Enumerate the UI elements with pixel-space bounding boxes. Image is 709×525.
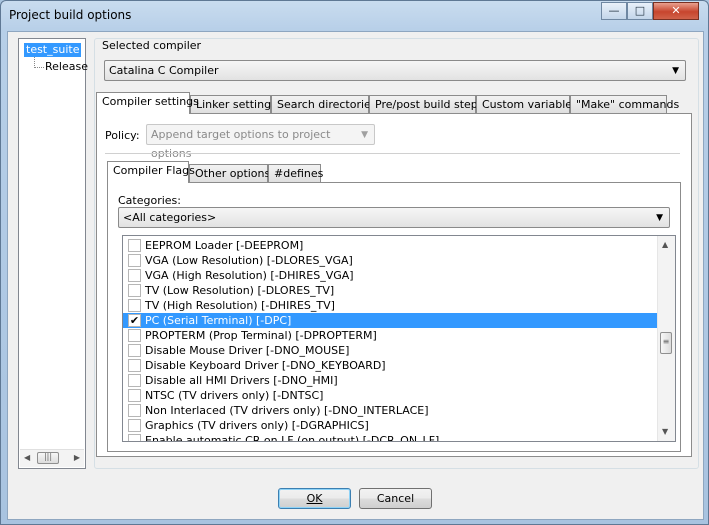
minimize-icon: — xyxy=(608,4,620,17)
tree-connector xyxy=(34,67,44,68)
tab-other-options[interactable]: Other options xyxy=(189,164,271,183)
policy-label: Policy: xyxy=(105,129,140,142)
tab-compiler-flags[interactable]: Compiler Flags xyxy=(107,161,195,183)
flag-checkbox[interactable] xyxy=(128,254,141,267)
window-title: Project build options xyxy=(9,8,132,22)
scroll-left-icon[interactable]: ◀ xyxy=(24,453,30,462)
ok-button[interactable]: OK xyxy=(278,488,351,509)
tab-label: Linker settings xyxy=(196,98,277,111)
flag-label: EEPROM Loader [-DEEPROM] xyxy=(145,239,304,252)
compiler-flags-list[interactable]: Enable automatic CR on LF (on output) [-… xyxy=(122,235,676,442)
chevron-down-icon: ▼ xyxy=(656,213,663,223)
flag-label: Non Interlaced (TV drivers only) [-DNO_I… xyxy=(145,404,429,417)
separator xyxy=(105,153,680,154)
chevron-down-icon: ▼ xyxy=(361,130,368,140)
close-icon: ✕ xyxy=(671,4,681,17)
flag-label: Disable Mouse Driver [-DNO_MOUSE] xyxy=(145,344,350,357)
tab-label: Compiler Flags xyxy=(113,164,195,177)
flag-checkbox[interactable] xyxy=(128,284,141,297)
flag-label: VGA (Low Resolution) [-DLORES_VGA] xyxy=(145,254,353,267)
list-item[interactable]: VGA (High Resolution) [-DHIRES_VGA] xyxy=(123,268,658,283)
tab-search-directories[interactable]: Search directories xyxy=(271,95,377,114)
tab-label: Pre/post build steps xyxy=(375,98,484,111)
flag-label: Enable automatic CR on LF (on output) [-… xyxy=(145,434,440,442)
tab-compiler-settings[interactable]: Compiler settings xyxy=(96,92,199,114)
flag-label: PROPTERM (Prop Terminal) [-DPROPTERM] xyxy=(145,329,377,342)
dialog-window: Project build options — □ ✕ test_suite R… xyxy=(0,0,709,525)
tree-item-release[interactable]: Release xyxy=(45,60,88,74)
flag-label: Disable all HMI Drivers [-DNO_HMI] xyxy=(145,374,338,387)
scroll-thumb[interactable]: ≡ xyxy=(660,332,672,354)
cancel-button[interactable]: Cancel xyxy=(359,488,432,509)
tab-label: Other options xyxy=(195,167,271,180)
list-item[interactable]: Disable Keyboard Driver [-DNO_KEYBOARD] xyxy=(123,358,658,373)
tab-label: Search directories xyxy=(277,98,377,111)
tab-make-commands[interactable]: "Make" commands xyxy=(570,95,679,114)
selected-compiler-label: Selected compiler xyxy=(102,39,202,52)
list-item[interactable]: VGA (Low Resolution) [-DLORES_VGA] xyxy=(123,253,658,268)
chevron-down-icon: ▼ xyxy=(672,66,679,76)
maximize-button[interactable]: □ xyxy=(627,2,653,20)
tree-horizontal-scrollbar[interactable]: ◀ ||| ▶ xyxy=(20,449,84,467)
close-button[interactable]: ✕ xyxy=(653,2,699,20)
policy-select: Append target options to project options… xyxy=(146,124,375,160)
flag-label: Graphics (TV drivers only) [-DGRAPHICS] xyxy=(145,419,369,432)
tab-linker-settings[interactable]: Linker settings xyxy=(190,95,277,114)
flag-label: TV (High Resolution) [-DHIRES_TV] xyxy=(145,299,335,312)
tab-label: #defines xyxy=(274,167,324,180)
target-tree[interactable]: test_suite Release ◀ ||| ▶ xyxy=(18,38,88,469)
flag-checkbox[interactable] xyxy=(128,329,141,342)
flag-checkbox[interactable]: ✔ xyxy=(128,314,141,327)
scroll-thumb[interactable]: ||| xyxy=(37,452,59,464)
list-item[interactable]: ✔ PC (Serial Terminal) [-DPC] xyxy=(123,313,658,328)
compiler-select-value: Catalina C Compiler xyxy=(109,64,219,77)
ok-button-label: OK xyxy=(306,492,323,505)
flag-checkbox[interactable] xyxy=(128,269,141,282)
categories-select[interactable]: <All categories> ▼ xyxy=(118,207,670,228)
tree-item-root[interactable]: test_suite xyxy=(24,43,82,57)
flag-label: PC (Serial Terminal) [-DPC] xyxy=(145,314,292,327)
scroll-right-icon[interactable]: ▶ xyxy=(74,453,80,462)
list-item[interactable]: PROPTERM (Prop Terminal) [-DPROPTERM] xyxy=(123,328,658,343)
flag-checkbox[interactable] xyxy=(128,434,141,441)
flag-checkbox[interactable] xyxy=(128,344,141,357)
flags-vertical-scrollbar[interactable]: ▲ ≡ ▼ xyxy=(657,236,675,441)
list-item[interactable]: Graphics (TV drivers only) [-DGRAPHICS] xyxy=(123,418,658,433)
minimize-button[interactable]: — xyxy=(601,2,627,20)
flag-label: TV (Low Resolution) [-DLORES_TV] xyxy=(145,284,335,297)
list-item[interactable]: Disable all HMI Drivers [-DNO_HMI] xyxy=(123,373,658,388)
flag-label: Disable Keyboard Driver [-DNO_KEYBOARD] xyxy=(145,359,386,372)
tab-defines[interactable]: #defines xyxy=(268,164,324,183)
cancel-button-label: Cancel xyxy=(376,492,415,505)
categories-select-value: <All categories> xyxy=(123,211,217,224)
dialog-client: test_suite Release ◀ ||| ▶ Selected comp… xyxy=(7,31,704,520)
flag-checkbox[interactable] xyxy=(128,419,141,432)
list-item[interactable]: Enable automatic CR on LF (on output) [-… xyxy=(123,433,658,442)
tab-custom-variables[interactable]: Custom variables xyxy=(476,95,578,114)
flag-checkbox[interactable] xyxy=(128,374,141,387)
maximize-icon: □ xyxy=(634,4,646,17)
tab-label: Compiler settings xyxy=(102,95,199,108)
flag-checkbox[interactable] xyxy=(128,239,141,252)
flag-checkbox[interactable] xyxy=(128,359,141,372)
flag-checkbox[interactable] xyxy=(128,389,141,402)
scroll-up-icon[interactable]: ▲ xyxy=(662,240,668,249)
tab-label: Custom variables xyxy=(482,98,578,111)
tab-pre-post-build-steps[interactable]: Pre/post build steps xyxy=(369,95,484,114)
list-item[interactable]: EEPROM Loader [-DEEPROM] xyxy=(123,238,658,253)
list-item[interactable]: TV (High Resolution) [-DHIRES_TV] xyxy=(123,298,658,313)
flag-label: VGA (High Resolution) [-DHIRES_VGA] xyxy=(145,269,354,282)
list-item[interactable]: Disable Mouse Driver [-DNO_MOUSE] xyxy=(123,343,658,358)
list-item[interactable]: Non Interlaced (TV drivers only) [-DNO_I… xyxy=(123,403,658,418)
flag-checkbox[interactable] xyxy=(128,404,141,417)
categories-label: Categories: xyxy=(118,194,181,207)
list-item[interactable]: TV (Low Resolution) [-DLORES_TV] xyxy=(123,283,658,298)
checkmark-icon: ✔ xyxy=(129,314,140,327)
scroll-down-icon[interactable]: ▼ xyxy=(662,427,668,436)
list-item[interactable]: NTSC (TV drivers only) [-DNTSC] xyxy=(123,388,658,403)
flag-checkbox[interactable] xyxy=(128,299,141,312)
compiler-select[interactable]: Catalina C Compiler ▼ xyxy=(104,60,686,81)
flag-label: NTSC (TV drivers only) [-DNTSC] xyxy=(145,389,324,402)
tab-label: "Make" commands xyxy=(576,98,680,111)
